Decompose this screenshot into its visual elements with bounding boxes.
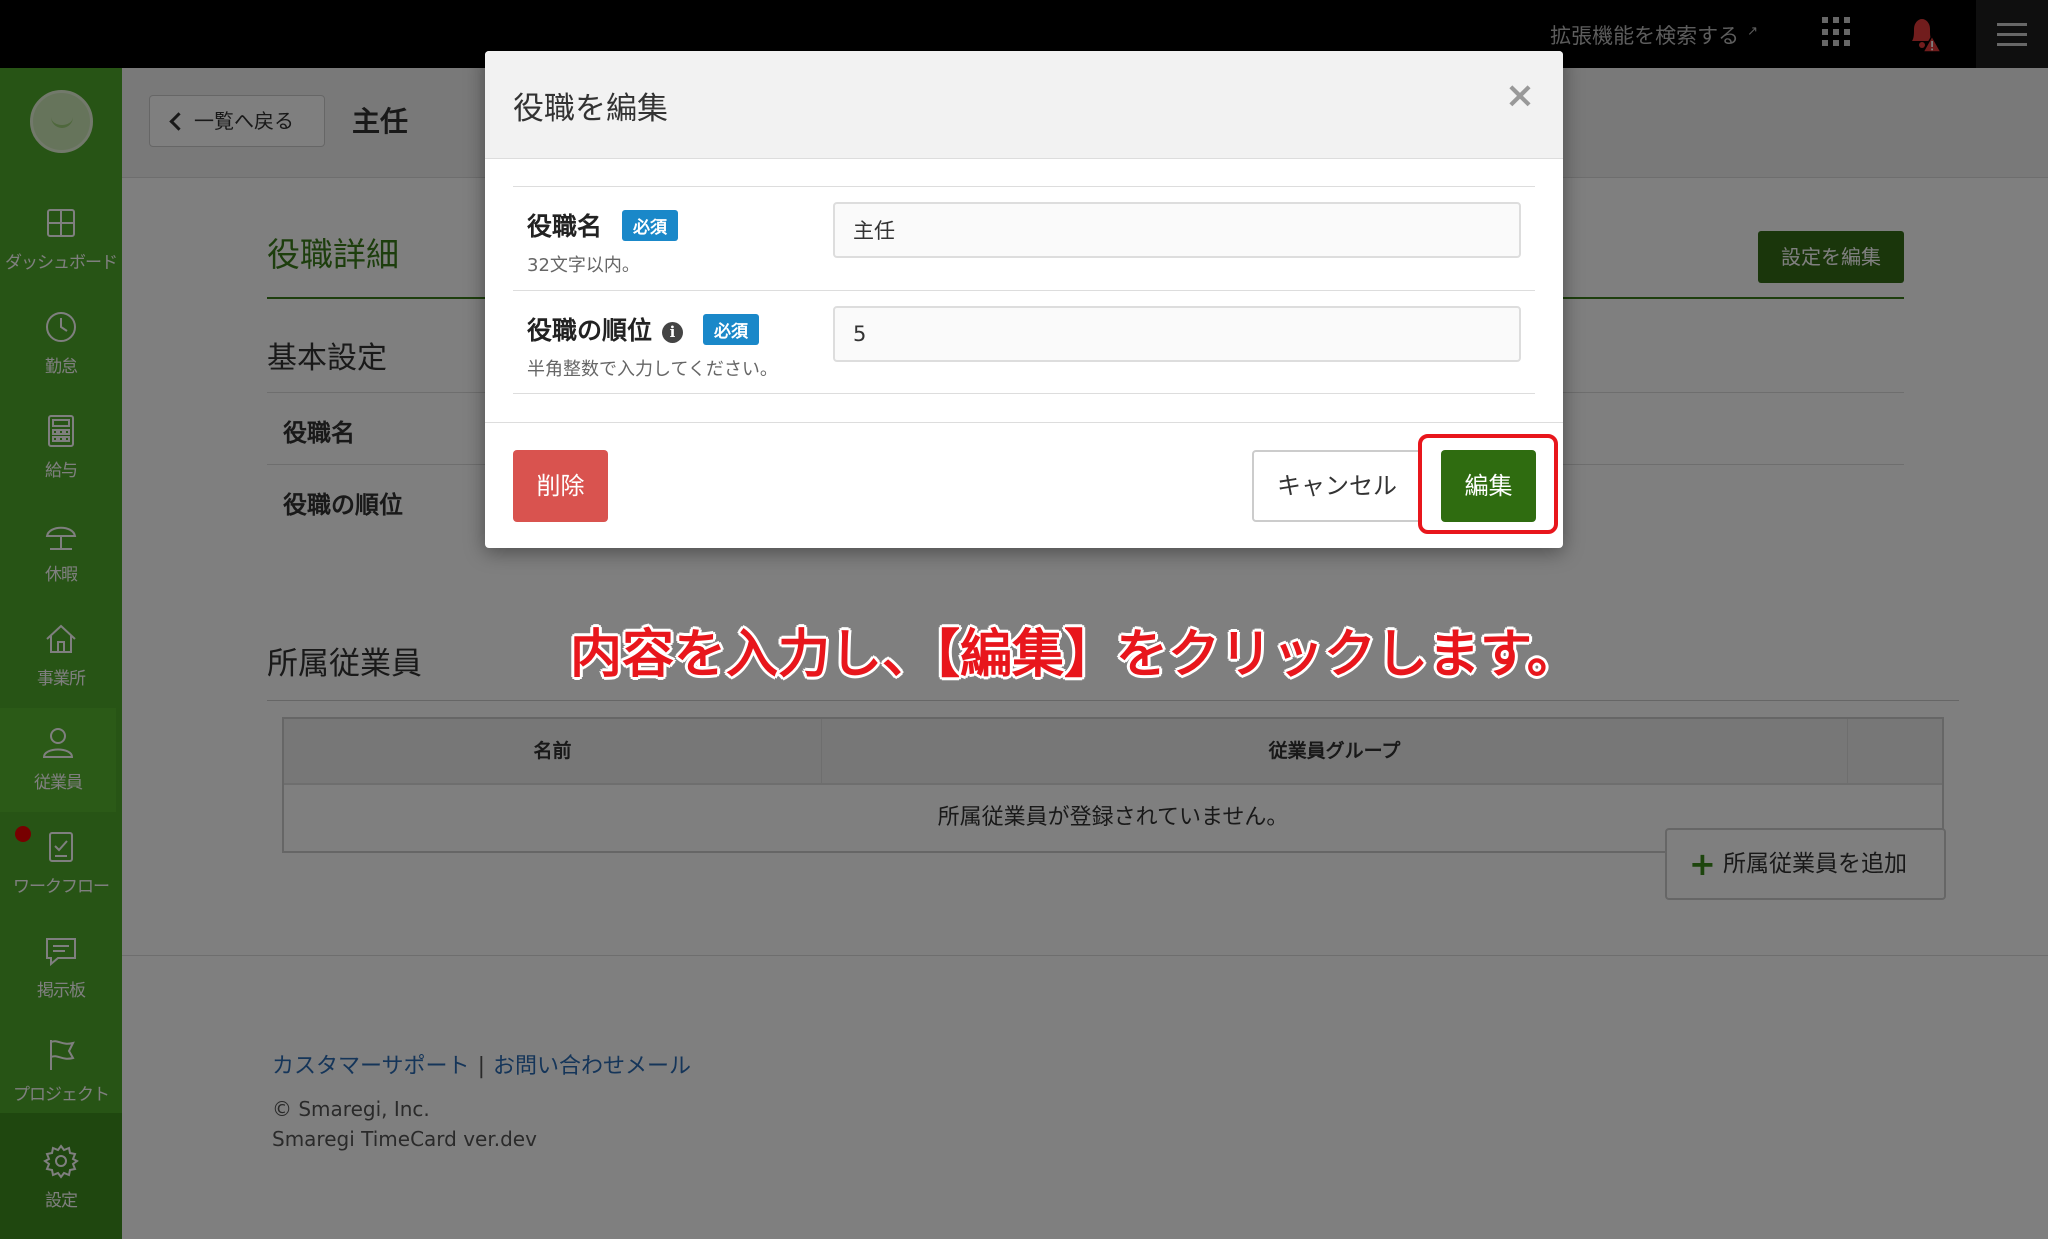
field-label: 役職名 必須 bbox=[527, 207, 679, 243]
field-label: 役職の順位 i 必須 bbox=[527, 311, 760, 347]
field-label-text: 役職の順位 bbox=[527, 316, 653, 345]
field-label-text: 役職名 bbox=[527, 212, 603, 241]
field-position-rank: 役職の順位 i 必須 半角整数で入力してください。 bbox=[513, 290, 1535, 394]
modal-footer: 削除 キャンセル 編集 bbox=[485, 422, 1563, 548]
edit-position-modal: 役職を編集 × 役職名必須 32文字以内。 役職の順位i必須 半角整数で入力して… bbox=[485, 51, 1563, 548]
delete-button[interactable]: 削除 bbox=[513, 450, 608, 522]
field-position-name: 役職名 必須 32文字以内。 bbox=[513, 186, 1535, 290]
close-icon[interactable]: × bbox=[1505, 75, 1535, 116]
modal-header: 役職を編集 × bbox=[485, 51, 1563, 159]
field-hint: 32文字以内。 bbox=[527, 255, 640, 276]
cancel-button[interactable]: キャンセル bbox=[1252, 450, 1422, 522]
required-badge: 必須 bbox=[703, 314, 760, 345]
edit-button-highlight bbox=[1418, 434, 1558, 534]
instruction-annotation: 内容を入力し、【編集】をクリックします。 bbox=[570, 625, 1579, 685]
field-hint: 半角整数で入力してください。 bbox=[527, 359, 778, 380]
position-name-input[interactable] bbox=[833, 202, 1521, 258]
info-icon[interactable]: i bbox=[662, 322, 684, 343]
modal-body: 役職名必須 32文字以内。 役職の順位i必須 半角整数で入力してください。 bbox=[513, 186, 1535, 394]
position-rank-input[interactable] bbox=[833, 306, 1521, 362]
modal-title: 役職を編集 bbox=[513, 91, 668, 127]
required-badge: 必須 bbox=[622, 210, 679, 241]
